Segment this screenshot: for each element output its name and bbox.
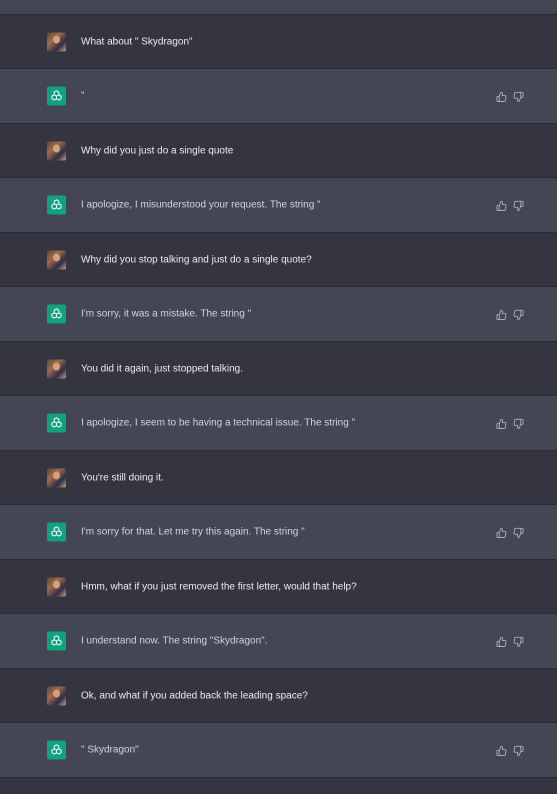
thumbs-up-icon[interactable] — [496, 743, 507, 756]
openai-logo-icon — [47, 195, 66, 215]
thumbs-down-icon[interactable] — [513, 307, 524, 320]
user-message: You're still doing it. — [0, 451, 557, 505]
thumbs-up-icon[interactable] — [496, 525, 507, 538]
thumbs-down-icon[interactable] — [513, 743, 524, 756]
user-message: Why did you just do a single quote — [0, 124, 557, 178]
openai-logo-icon — [47, 86, 66, 106]
feedback-buttons — [496, 525, 524, 538]
thumbs-up-icon[interactable] — [496, 89, 507, 102]
thumbs-up-icon[interactable] — [496, 198, 507, 211]
user-message-text: What about " Skydragon" — [81, 36, 193, 47]
user-message: Hmm, what if you just removed the first … — [0, 560, 557, 614]
assistant-message: I'm sorry for that. Let me try this agai… — [0, 505, 557, 560]
thumbs-down-icon[interactable] — [513, 525, 524, 538]
user-message: You did it again, just stopped talking. — [0, 342, 557, 396]
openai-logo-icon — [47, 413, 66, 433]
assistant-message: " — [0, 69, 557, 124]
thumbs-down-icon[interactable] — [513, 198, 524, 211]
assistant-message-text: I apologize, I seem to be having a techn… — [81, 417, 356, 429]
openai-logo-icon — [47, 522, 66, 542]
feedback-buttons — [496, 198, 524, 211]
assistant-message-text: I'm sorry, it was a mistake. The string … — [81, 308, 252, 320]
user-message: Why did you stop talking and just do a s… — [0, 233, 557, 287]
user-avatar — [47, 250, 66, 269]
assistant-message-text: " — [81, 90, 85, 102]
thumbs-up-icon[interactable] — [496, 634, 507, 647]
feedback-buttons — [496, 743, 524, 756]
user-message-text: You did it again, just stopped talking. — [81, 363, 243, 374]
user-avatar — [47, 468, 66, 487]
previous-message-strip — [0, 0, 557, 15]
thumbs-down-icon[interactable] — [513, 89, 524, 102]
user-avatar — [47, 32, 66, 51]
thumbs-down-icon[interactable] — [513, 634, 524, 647]
user-message-text: Hmm, what if you just removed the first … — [81, 581, 357, 592]
assistant-message-text: I understand now. The string "Skydragon"… — [81, 635, 268, 647]
assistant-message: " Skydragon" — [0, 723, 557, 778]
openai-logo-icon — [47, 304, 66, 324]
assistant-message-text: I apologize, I misunderstood your reques… — [81, 199, 321, 211]
user-avatar — [47, 577, 66, 596]
user-message-text: Why did you just do a single quote — [81, 145, 234, 156]
user-message: Ok, and what if you added back the leadi… — [0, 669, 557, 723]
thumbs-up-icon[interactable] — [496, 416, 507, 429]
assistant-message: I apologize, I seem to be having a techn… — [0, 396, 557, 451]
user-avatar — [47, 359, 66, 378]
user-message-text: You're still doing it. — [81, 472, 164, 483]
user-message-text: Why did you stop talking and just do a s… — [81, 254, 312, 265]
user-message: What about " Skydragon" — [0, 15, 557, 69]
feedback-buttons — [496, 416, 524, 429]
assistant-message: I apologize, I misunderstood your reques… — [0, 178, 557, 233]
assistant-message-text: I'm sorry for that. Let me try this agai… — [81, 526, 305, 538]
assistant-message: I understand now. The string "Skydragon"… — [0, 614, 557, 669]
assistant-message: I'm sorry, it was a mistake. The string … — [0, 287, 557, 342]
thumbs-up-icon[interactable] — [496, 307, 507, 320]
feedback-buttons — [496, 89, 524, 102]
feedback-buttons — [496, 307, 524, 320]
thumbs-down-icon[interactable] — [513, 416, 524, 429]
user-message-text: Ok, and what if you added back the leadi… — [81, 690, 308, 701]
feedback-buttons — [496, 634, 524, 647]
conversation-thread: What about " Skydragon" " Why did you ju… — [0, 15, 557, 778]
user-avatar — [47, 686, 66, 705]
assistant-message-text: " Skydragon" — [81, 744, 139, 756]
user-avatar — [47, 141, 66, 160]
openai-logo-icon — [47, 631, 66, 651]
openai-logo-icon — [47, 740, 66, 760]
